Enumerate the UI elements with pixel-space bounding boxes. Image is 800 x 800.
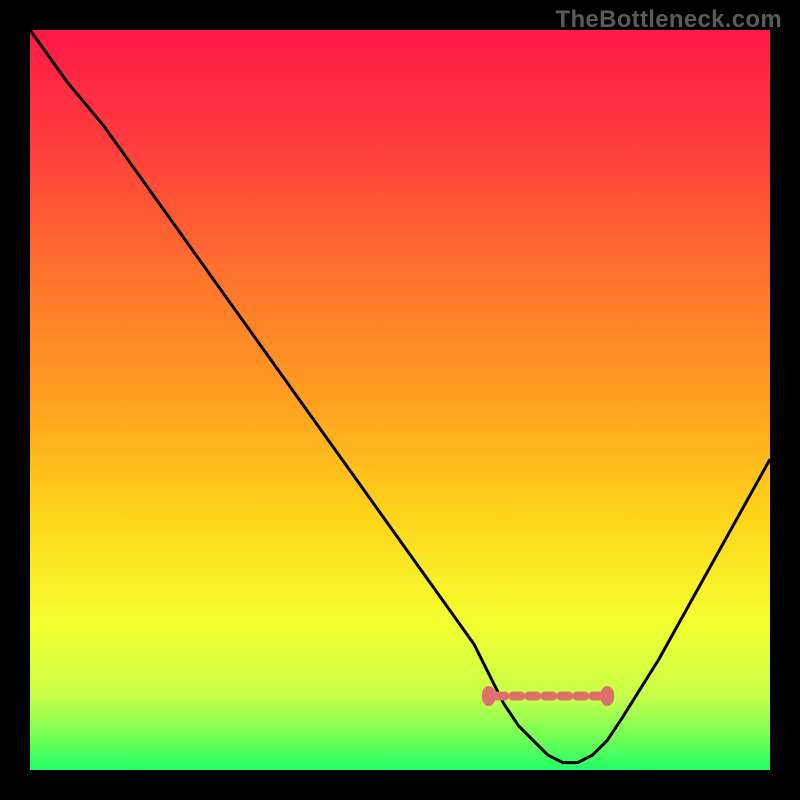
bottleneck-chart — [0, 0, 800, 800]
watermark-text: TheBottleneck.com — [556, 6, 782, 34]
chart-frame: TheBottleneck.com — [0, 0, 800, 800]
